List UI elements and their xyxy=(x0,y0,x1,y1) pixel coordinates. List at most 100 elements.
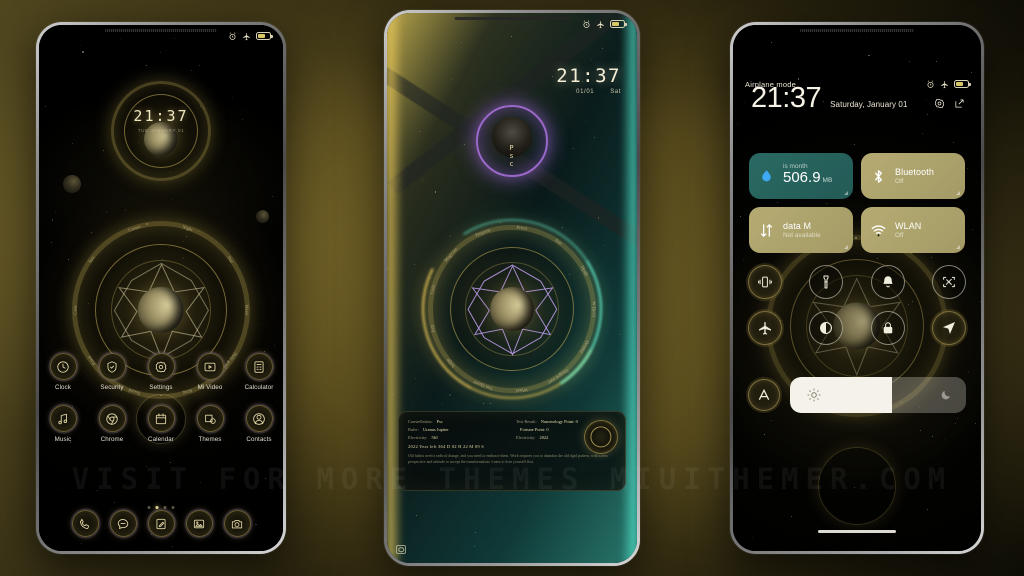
app-label: Clock xyxy=(55,384,71,391)
dock xyxy=(39,510,283,537)
horoscope-key: Test Result: xyxy=(516,419,537,424)
camera-icon[interactable] xyxy=(396,545,406,554)
notes-pencil-icon[interactable] xyxy=(147,510,175,537)
app-cell-clock[interactable]: Clock xyxy=(44,353,82,391)
chrome-icon[interactable] xyxy=(98,405,126,432)
toggle-row xyxy=(748,311,966,345)
app-label: Security xyxy=(100,384,124,391)
moon-decoration-right xyxy=(256,210,269,223)
toggle-location[interactable] xyxy=(931,311,966,345)
app-cell-mi-video[interactable]: Mi Video xyxy=(191,353,229,391)
tile-data-usage[interactable]: is month 506.9 MB xyxy=(749,153,853,199)
shield-icon[interactable] xyxy=(98,353,126,380)
toggle-flashlight[interactable] xyxy=(809,265,844,299)
brightness-slider[interactable] xyxy=(790,377,966,413)
horoscope-value: Fortune Point: 0 xyxy=(520,427,549,432)
tile-bluetooth[interactable]: Bluetooth Off xyxy=(861,153,965,199)
toggle-screenshot[interactable] xyxy=(931,265,966,299)
page-indicator-dots[interactable] xyxy=(147,506,175,509)
home-indicator[interactable] xyxy=(818,530,896,533)
tile-text: is month 506.9 MB xyxy=(783,163,832,189)
calculator-icon[interactable] xyxy=(245,353,273,380)
lockscreen-clock: 21:37 01/01 Sat xyxy=(556,65,621,95)
tile-wlan[interactable]: WLAN Off xyxy=(861,207,965,253)
app-label: Themes xyxy=(198,436,222,443)
status-bar xyxy=(387,13,637,35)
toggle-vibrate[interactable] xyxy=(748,265,782,299)
app-cell-chrome[interactable]: Chrome xyxy=(93,405,131,443)
app-label: Mi Video xyxy=(197,384,223,391)
page-dot[interactable] xyxy=(147,506,151,509)
toggle-screen-lock[interactable] xyxy=(870,311,905,345)
gear-icon[interactable] xyxy=(147,353,175,380)
clock-widget-time: 21:37 xyxy=(133,107,189,125)
horoscope-value: Psc xyxy=(436,419,443,424)
video-play-icon[interactable] xyxy=(196,353,224,380)
tile-expand-corner[interactable] xyxy=(844,191,848,195)
app-label: Chrome xyxy=(100,436,124,443)
alarm-clock-icon xyxy=(926,79,935,89)
settings-gear-icon[interactable] xyxy=(934,98,945,109)
moon-icon xyxy=(940,389,952,401)
horoscope-countdown: 2022 Year left 364 D 02 H 22 M 09 S xyxy=(408,444,485,449)
tile-subtitle: Off xyxy=(895,178,904,185)
app-row: Music Chrome Calendar Themes Contacts xyxy=(39,393,283,444)
horoscope-row: Constellation: Psc xyxy=(408,419,508,424)
toggle-airplane-mode[interactable] xyxy=(748,311,782,345)
clock-widget[interactable]: 21:37 TUE JANUARY 01 xyxy=(111,81,211,181)
lockscreen-weekday: Sat xyxy=(610,89,621,95)
horoscope-key: Ruler: xyxy=(408,427,419,432)
contacts-person-icon[interactable] xyxy=(245,405,273,432)
water-drop-icon xyxy=(758,168,775,185)
app-cell-calculator[interactable]: Calculator xyxy=(240,353,278,391)
phone-handset-icon[interactable] xyxy=(71,510,99,537)
alarm-clock-icon xyxy=(228,31,237,41)
toggle-dark-mode[interactable] xyxy=(809,311,844,345)
horoscope-value: Numerology Point: 0 xyxy=(540,419,578,424)
music-note-icon[interactable] xyxy=(49,405,77,432)
airplane-icon xyxy=(596,20,605,29)
tile-value: 506.9 MB xyxy=(783,169,833,186)
tile-expand-corner[interactable] xyxy=(956,191,960,195)
app-label: Settings xyxy=(149,384,173,391)
clock-icon[interactable] xyxy=(49,353,77,380)
calendar-icon[interactable] xyxy=(136,393,186,444)
auto-a-icon[interactable] xyxy=(748,379,780,411)
status-bar: Airplane mode xyxy=(733,73,981,95)
app-cell-calendar[interactable]: Calendar xyxy=(136,393,186,444)
camera-icon[interactable] xyxy=(223,510,251,537)
moon-decoration-left xyxy=(63,175,81,193)
quick-settings-tiles: is month 506.9 MB Bluetooth Off data M Not ava… xyxy=(749,153,965,253)
app-cell-contacts[interactable]: Contacts xyxy=(240,405,278,443)
zodiac-orb-pisces[interactable]: P s c xyxy=(476,105,548,177)
airplane-icon xyxy=(242,32,251,41)
sun-icon xyxy=(807,388,821,402)
toggle-do-not-disturb[interactable] xyxy=(870,265,905,299)
tile-text: WLAN Off xyxy=(895,221,921,239)
status-bar xyxy=(39,25,283,47)
edit-pencil-icon[interactable] xyxy=(954,98,965,109)
clock-widget-date: TUE JANUARY 01 xyxy=(137,128,185,133)
toggle-row xyxy=(748,265,966,299)
horoscope-row: Electricity: 561 xyxy=(408,435,508,440)
page-dot[interactable] xyxy=(155,506,159,509)
app-cell-security[interactable]: Security xyxy=(93,353,131,391)
page-dot[interactable] xyxy=(163,506,167,509)
horoscope-key: Electricity: xyxy=(516,435,536,440)
app-cell-themes[interactable]: Themes xyxy=(191,405,229,443)
themes-icon[interactable] xyxy=(196,405,224,432)
tile-expand-corner[interactable] xyxy=(956,245,960,249)
app-cell-settings[interactable]: Settings xyxy=(142,353,180,391)
battery-icon xyxy=(610,20,627,28)
tile-expand-corner[interactable] xyxy=(844,245,848,249)
horoscope-value: 561 xyxy=(431,435,439,440)
gallery-image-icon[interactable] xyxy=(185,510,213,537)
control-center-date: Saturday, January 01 xyxy=(830,100,908,109)
app-label: Calendar xyxy=(148,436,174,443)
message-bubble-icon[interactable] xyxy=(109,510,137,537)
battery-icon xyxy=(954,80,971,88)
app-cell-music[interactable]: Music xyxy=(44,405,82,443)
tile-mobile-data[interactable]: data M Not available xyxy=(749,207,853,253)
page-dot[interactable] xyxy=(171,506,175,509)
horoscope-value: 2022 xyxy=(539,435,549,440)
